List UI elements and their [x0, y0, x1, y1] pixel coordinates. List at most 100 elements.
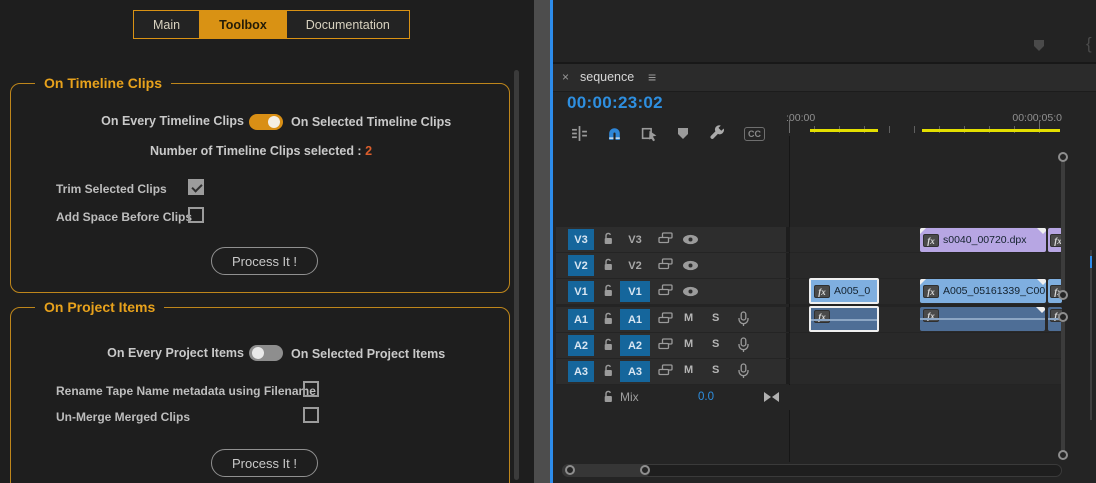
- timeline-clips-toggle[interactable]: [249, 114, 283, 130]
- mute-button-a3[interactable]: M: [684, 364, 693, 376]
- track-name-a1[interactable]: A1: [620, 309, 650, 330]
- voiceover-mic-icon[interactable]: [737, 311, 750, 327]
- panel-menu-icon[interactable]: ≡: [648, 69, 656, 85]
- unmerge-merged-clips-checkbox[interactable]: [303, 407, 319, 423]
- fx-badge[interactable]: fx: [923, 284, 939, 298]
- track-output-eye-icon[interactable]: [682, 286, 699, 297]
- section-on-timeline-clips: On Timeline Clips On Every Timeline Clip…: [10, 75, 510, 293]
- solo-button-a1[interactable]: S: [712, 312, 719, 324]
- clip-a1-second[interactable]: fx: [920, 307, 1045, 331]
- track-output-eye-icon[interactable]: [682, 234, 699, 245]
- source-patch-v1[interactable]: V1: [568, 281, 594, 302]
- voiceover-mic-icon[interactable]: [737, 363, 750, 379]
- track-lock-icon[interactable]: [602, 390, 615, 404]
- track-output-eye-icon[interactable]: [682, 260, 699, 271]
- left-panel-scrollbar[interactable]: [514, 70, 519, 480]
- track-lock-icon[interactable]: [602, 258, 615, 272]
- hscroll-left-zoom-handle[interactable]: [565, 465, 575, 475]
- tab-main[interactable]: Main: [134, 11, 201, 38]
- app-window: Main Toolbox Documentation On Timeline C…: [0, 0, 1096, 483]
- track-name-a3[interactable]: A3: [620, 361, 650, 382]
- sync-lock-icon[interactable]: [658, 258, 673, 271]
- fx-badge[interactable]: fx: [923, 233, 939, 247]
- mute-button-a1[interactable]: M: [684, 312, 693, 324]
- keyframe-bowtie-icon[interactable]: [764, 392, 779, 402]
- sync-lock-icon[interactable]: [658, 284, 673, 297]
- hscroll-right-zoom-handle[interactable]: [640, 465, 650, 475]
- ruler-end-label: 00:00:05:0: [1012, 112, 1062, 124]
- timeline-settings-wrench-icon[interactable]: [709, 124, 726, 141]
- clip-v1-a005-05161339[interactable]: fx A005_05161339_C00: [920, 279, 1046, 303]
- track-row-v2: V2 V2: [556, 253, 1062, 278]
- close-icon[interactable]: ×: [562, 70, 569, 84]
- video-scrollbar-bottom-handle[interactable]: [1058, 290, 1068, 300]
- track-lock-icon[interactable]: [602, 312, 615, 326]
- track-lock-icon[interactable]: [602, 338, 615, 352]
- ruler-tick-zero: [789, 120, 790, 133]
- mute-button-a2[interactable]: M: [684, 338, 693, 350]
- clip-a1-selected[interactable]: fx: [809, 306, 879, 332]
- section-title: On Project Items: [35, 299, 165, 315]
- video-scrollbar-top-handle[interactable]: [1058, 152, 1068, 162]
- track-row-a3: A3 A3 M S: [556, 359, 1062, 384]
- nest-toggle-icon[interactable]: [571, 125, 588, 142]
- audio-scrollbar-bottom-handle[interactable]: [1058, 450, 1068, 460]
- track-name-v2[interactable]: V2: [620, 255, 650, 276]
- clip-v3-s0040[interactable]: fx s0040_00720.dpx: [920, 228, 1046, 252]
- linked-selection-icon[interactable]: [641, 125, 658, 142]
- track-name-a2[interactable]: A2: [620, 335, 650, 356]
- trim-selected-clips-checkbox[interactable]: [188, 179, 204, 195]
- sync-lock-icon[interactable]: [658, 364, 673, 377]
- solo-button-a2[interactable]: S: [712, 338, 719, 350]
- source-patch-a2[interactable]: A2: [568, 335, 594, 356]
- horizontal-scrollbar-thumb[interactable]: [562, 464, 650, 477]
- playhead-timecode[interactable]: 00:00:23:02: [567, 93, 663, 113]
- clip-v1-a005-selected[interactable]: fx A005_0: [809, 278, 879, 304]
- timeline-tab-sequence[interactable]: sequence: [580, 70, 634, 84]
- marker-icon[interactable]: [1032, 38, 1046, 52]
- add-marker-icon[interactable]: [676, 126, 690, 140]
- solo-button-a3[interactable]: S: [712, 364, 719, 376]
- audio-tracks-scrollbar[interactable]: [1061, 317, 1065, 453]
- tab-toolbox[interactable]: Toolbox: [200, 11, 287, 38]
- header-lane-gap: [786, 227, 790, 252]
- sync-lock-icon[interactable]: [658, 312, 673, 325]
- mix-volume-value[interactable]: 0.0: [676, 391, 736, 403]
- fx-badge[interactable]: fx: [923, 309, 939, 322]
- source-patch-a1[interactable]: A1: [568, 309, 594, 330]
- toggle-knob: [252, 347, 264, 359]
- add-space-before-clips-checkbox[interactable]: [188, 207, 204, 223]
- snap-magnet-icon[interactable]: [606, 125, 623, 142]
- toggle-right-label: On Selected Timeline Clips: [291, 115, 452, 129]
- trim-selected-clips-label: Trim Selected Clips: [56, 182, 167, 196]
- source-patch-v3[interactable]: V3: [568, 229, 594, 250]
- panel-divider[interactable]: [534, 0, 550, 483]
- sync-lock-icon[interactable]: [658, 232, 673, 245]
- captions-icon[interactable]: CC: [744, 127, 765, 141]
- adjacent-panel-scrollbar[interactable]: [1090, 250, 1092, 420]
- clip-edit-notch: [1036, 307, 1045, 313]
- process-timeline-clips-button[interactable]: Process It !: [211, 247, 318, 275]
- panel-grip-icon[interactable]: {: [1086, 34, 1092, 54]
- voiceover-mic-icon[interactable]: [737, 337, 750, 353]
- video-tracks-scrollbar[interactable]: [1061, 157, 1065, 295]
- source-patch-v2[interactable]: V2: [568, 255, 594, 276]
- audio-scrollbar-top-handle[interactable]: [1058, 312, 1068, 322]
- clip-v3-next[interactable]: fx s: [1048, 228, 1062, 252]
- toggle-left-label: On Every Project Items: [107, 346, 244, 360]
- process-project-items-button[interactable]: Process It !: [211, 449, 318, 477]
- section-on-project-items: On Project Items On Every Project Items …: [10, 299, 510, 483]
- source-patch-a3[interactable]: A3: [568, 361, 594, 382]
- tab-documentation[interactable]: Documentation: [287, 11, 409, 38]
- sync-lock-icon[interactable]: [658, 338, 673, 351]
- track-lock-icon[interactable]: [602, 364, 615, 378]
- track-lock-icon[interactable]: [602, 284, 615, 298]
- project-items-toggle[interactable]: [249, 345, 283, 361]
- fx-badge[interactable]: fx: [814, 310, 830, 323]
- rename-tape-name-checkbox[interactable]: [303, 381, 319, 397]
- header-lane-gap: [786, 333, 790, 358]
- fx-badge[interactable]: fx: [814, 284, 830, 298]
- track-name-v3[interactable]: V3: [620, 229, 650, 250]
- track-name-v1[interactable]: V1: [620, 281, 650, 302]
- track-lock-icon[interactable]: [602, 232, 615, 246]
